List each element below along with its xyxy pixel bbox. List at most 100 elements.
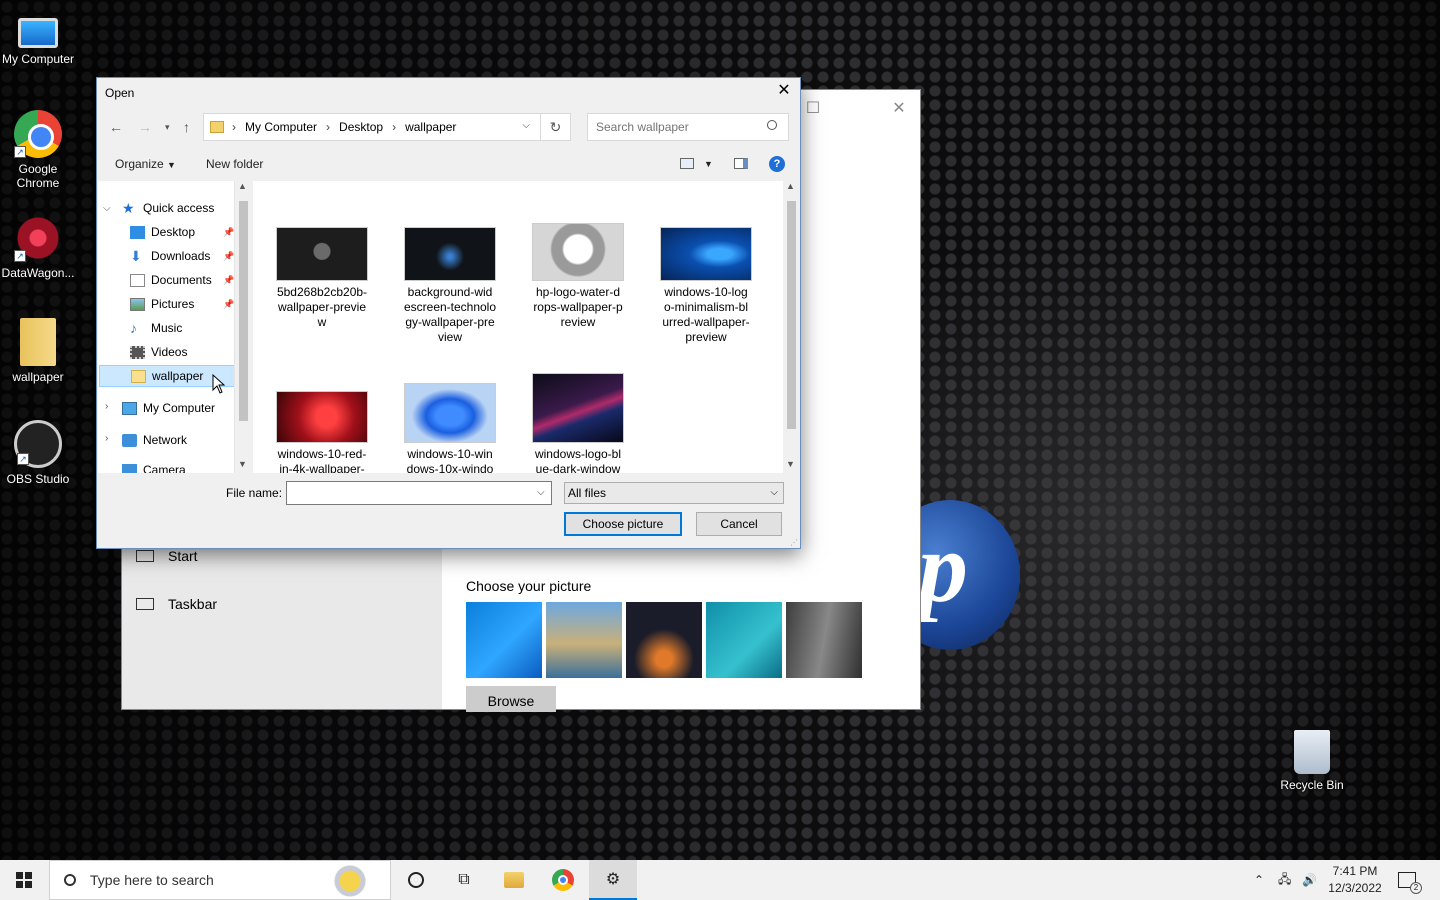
- scrollbar-thumb[interactable]: [787, 201, 796, 429]
- chrome-icon[interactable]: [551, 868, 575, 892]
- desktop-icon-obs[interactable]: ↗ OBS Studio: [0, 420, 76, 486]
- breadcrumb-item[interactable]: wallpaper: [405, 120, 456, 134]
- picture-thumbnails: [466, 602, 862, 678]
- forward-arrow-icon[interactable]: →: [138, 119, 152, 135]
- task-view-icon[interactable]: ⧉: [452, 868, 476, 892]
- help-icon[interactable]: ?: [769, 156, 785, 172]
- tree-item-my-computer[interactable]: My Computer: [122, 397, 215, 419]
- folder-icon: [210, 121, 224, 133]
- picture-thumbnail[interactable]: [706, 602, 782, 678]
- network-icon[interactable]: 🖧: [1278, 860, 1291, 900]
- clock[interactable]: 7:41 PM 12/3/2022: [1318, 863, 1392, 897]
- breadcrumb-item[interactable]: Desktop: [339, 120, 383, 134]
- pin-icon[interactable]: 📌: [223, 275, 234, 286]
- start-button[interactable]: [0, 860, 48, 900]
- file-item[interactable]: windows-logo-bl ue-dark-window: [523, 373, 633, 473]
- file-item[interactable]: 5bd268b2cb20b- wallpaper-previe w: [267, 227, 377, 330]
- tree-item-videos[interactable]: Videos: [130, 341, 187, 363]
- preview-pane-icon[interactable]: [734, 158, 748, 169]
- file-item[interactable]: windows-10-red- in-4k-wallpaper-: [267, 391, 377, 473]
- cortana-icon[interactable]: [404, 868, 428, 892]
- chevron-down-icon[interactable]: ▼: [704, 159, 713, 169]
- desktop-icon-label: My Computer: [1, 52, 75, 66]
- tree-item-music[interactable]: ♪ Music: [130, 317, 182, 339]
- tree-item-camera[interactable]: Camera: [122, 459, 186, 473]
- choose-picture-heading: Choose your picture: [466, 578, 592, 594]
- picture-thumbnail[interactable]: [546, 602, 622, 678]
- search-icon: [64, 874, 76, 886]
- tree-item-desktop[interactable]: Desktop: [130, 221, 195, 243]
- chevron-down-icon[interactable]: ⌵: [103, 203, 111, 214]
- breadcrumb-item[interactable]: My Computer: [245, 120, 317, 134]
- view-options-icon[interactable]: [680, 158, 694, 169]
- settings-nav-start[interactable]: Start: [136, 548, 198, 564]
- scrollbar-thumb[interactable]: [239, 201, 248, 421]
- chevron-right-icon[interactable]: ›: [105, 433, 108, 444]
- file-type-select[interactable]: All files ⌵: [564, 482, 784, 504]
- settings-nav-label: Start: [168, 548, 198, 564]
- picture-thumbnail[interactable]: [626, 602, 702, 678]
- organize-button[interactable]: Organize ▼: [115, 157, 176, 171]
- tree-item-quick-access[interactable]: ★ Quick access: [122, 197, 214, 219]
- recycle-bin-icon: [1294, 730, 1330, 774]
- pin-icon[interactable]: 📌: [223, 251, 234, 262]
- taskbar-search-box[interactable]: Type here to search: [49, 860, 391, 900]
- desktop-icon-label: OBS Studio: [6, 472, 70, 486]
- file-name-line: windows-10-red-: [277, 447, 367, 461]
- file-list-scrollbar[interactable]: ▲ ▼: [783, 181, 800, 473]
- resize-grip-icon[interactable]: ⋰: [790, 538, 798, 547]
- pin-icon[interactable]: 📌: [223, 299, 234, 310]
- desktop-icon-chrome[interactable]: ↗ Google Chrome: [0, 110, 76, 190]
- desktop-icon-wallpaper[interactable]: wallpaper: [0, 318, 76, 384]
- chevron-down-icon[interactable]: ⌵: [537, 487, 545, 498]
- tree-scrollbar[interactable]: ▲ ▼: [235, 181, 252, 473]
- file-name-input[interactable]: [286, 481, 552, 505]
- close-icon[interactable]: ✕: [774, 82, 794, 102]
- tree-item-label: Desktop: [151, 225, 196, 239]
- refresh-icon[interactable]: ↻: [541, 113, 571, 141]
- file-item[interactable]: background-wid escreen-technolo gy-wallp…: [395, 227, 505, 345]
- scroll-down-icon[interactable]: ▼: [238, 459, 247, 469]
- chevron-down-icon[interactable]: ⌵: [522, 120, 530, 131]
- tree-item-documents[interactable]: Documents: [130, 269, 212, 291]
- up-arrow-icon[interactable]: ↑: [183, 119, 190, 135]
- file-item[interactable]: windows-10-win dows-10x-windo: [395, 383, 505, 473]
- new-folder-button[interactable]: New folder: [206, 157, 263, 171]
- settings-nav-taskbar[interactable]: Taskbar: [136, 596, 217, 612]
- choose-picture-button[interactable]: Choose picture: [564, 512, 682, 536]
- dialog-title: Open: [105, 86, 135, 100]
- close-icon[interactable]: ✕: [876, 98, 922, 118]
- desktop-icon-recycle-bin[interactable]: Recycle Bin: [1274, 730, 1350, 792]
- file-name-line: o-minimalism-bl: [663, 300, 748, 314]
- chevron-right-icon[interactable]: ›: [105, 401, 108, 412]
- search-highlight-icon[interactable]: [316, 865, 384, 897]
- recent-locations-icon[interactable]: ▾: [165, 122, 170, 133]
- file-name-line: background-wid: [407, 285, 493, 299]
- file-name-line: wallpaper-previe: [277, 300, 367, 314]
- tree-item-downloads[interactable]: ⬇ Downloads: [130, 245, 210, 267]
- desktop-icon-datawagon[interactable]: ↗ DataWagon...: [0, 214, 76, 280]
- back-arrow-icon[interactable]: ←: [109, 119, 123, 135]
- picture-thumbnail[interactable]: [466, 602, 542, 678]
- chevron-up-icon[interactable]: ⌃: [1254, 860, 1264, 900]
- desktop-icon-my-computer[interactable]: My Computer: [0, 10, 76, 66]
- pin-icon[interactable]: 📌: [223, 227, 234, 238]
- scroll-down-icon[interactable]: ▼: [786, 459, 795, 469]
- tree-item-pictures[interactable]: Pictures: [130, 293, 194, 315]
- file-name-line: windows-logo-bl: [534, 447, 622, 461]
- notifications-icon[interactable]: 2: [1398, 860, 1422, 900]
- search-input[interactable]: [587, 113, 789, 141]
- tree-item-network[interactable]: Network: [122, 429, 187, 451]
- file-item[interactable]: windows-10-log o-minimalism-bl urred-wal…: [651, 227, 761, 345]
- file-item[interactable]: hp-logo-water-d rops-wallpaper-p review: [523, 223, 633, 330]
- address-bar[interactable]: › My Computer › Desktop › wallpaper ⌵: [203, 113, 541, 141]
- settings-gear-icon[interactable]: ⚙: [589, 860, 637, 900]
- settings-nav-label: Taskbar: [168, 596, 218, 612]
- file-explorer-icon[interactable]: [502, 868, 526, 892]
- cancel-button[interactable]: Cancel: [696, 512, 782, 536]
- scroll-up-icon[interactable]: ▲: [786, 181, 795, 191]
- volume-icon[interactable]: 🔊: [1302, 860, 1317, 900]
- scroll-up-icon[interactable]: ▲: [238, 181, 247, 191]
- picture-thumbnail[interactable]: [786, 602, 862, 678]
- browse-button[interactable]: Browse: [466, 686, 556, 712]
